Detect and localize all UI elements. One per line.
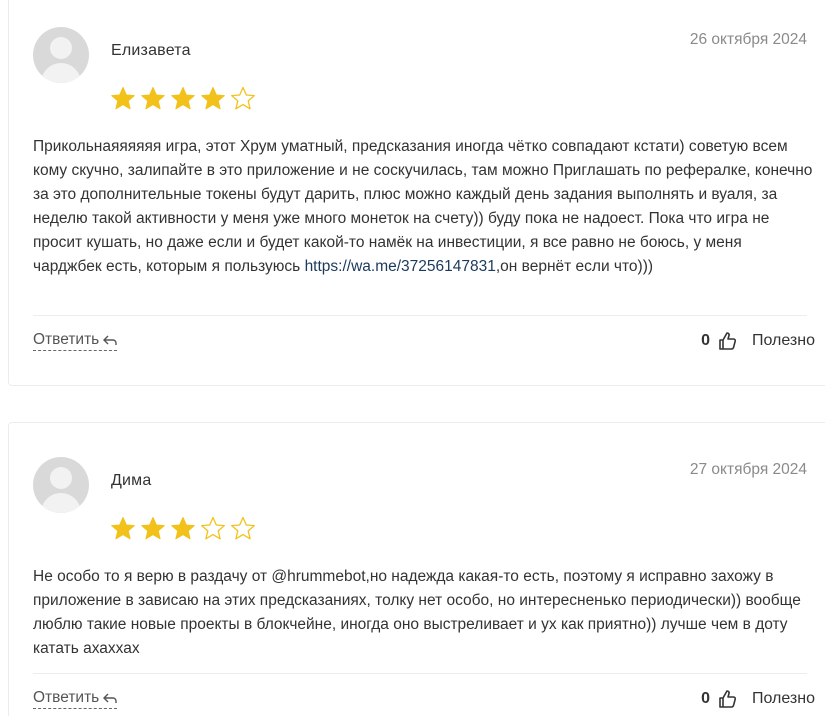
review-text: Прикольнаяяяяяя игра, этот Хрум уматный,… bbox=[33, 135, 813, 279]
review-date: 26 октября 2024 bbox=[689, 31, 807, 48]
star-filled-icon bbox=[141, 517, 165, 540]
avatar bbox=[33, 27, 89, 83]
review-author: Дима bbox=[111, 472, 152, 489]
star-empty-icon bbox=[231, 516, 255, 540]
divider bbox=[33, 673, 807, 674]
reply-button[interactable]: Ответить bbox=[33, 331, 118, 351]
star-filled-icon bbox=[111, 517, 135, 540]
star-rating bbox=[109, 85, 257, 113]
review-text: Не особо то я верю в раздачу от @hrummeb… bbox=[33, 565, 813, 661]
star-filled-icon bbox=[201, 87, 225, 110]
divider bbox=[33, 315, 807, 316]
avatar bbox=[33, 457, 89, 513]
star-filled-icon bbox=[141, 87, 165, 110]
star-filled-icon bbox=[171, 87, 195, 110]
reply-label: Ответить bbox=[33, 689, 100, 706]
reply-arrow-icon bbox=[103, 335, 117, 345]
reply-button[interactable]: Ответить bbox=[33, 689, 118, 709]
star-filled-icon bbox=[111, 87, 135, 110]
thumbs-up-icon[interactable] bbox=[718, 331, 738, 351]
star-rating bbox=[109, 515, 257, 543]
review-card: Елизавета 26 октября 2024 Прикольнаяяяяя… bbox=[8, 0, 825, 386]
review-link[interactable]: https://wa.me/37256147831 bbox=[305, 258, 496, 275]
review-card: Дима 27 октября 2024 Не особо то я верю … bbox=[8, 422, 825, 716]
helpful-button[interactable]: Полезно bbox=[752, 690, 815, 708]
star-filled-icon bbox=[171, 517, 195, 540]
helpful-count: 0 bbox=[701, 332, 710, 349]
star-empty-icon bbox=[231, 86, 255, 110]
review-text-body: Не особо то я верю в раздачу от @hrummeb… bbox=[33, 568, 801, 657]
helpful-block: 0 Полезно bbox=[701, 689, 815, 709]
review-text-body: Прикольнаяяяяяя игра, этот Хрум уматный,… bbox=[33, 138, 813, 275]
review-text-tail: ,он вернёт если что))) bbox=[495, 258, 654, 275]
review-date: 27 октября 2024 bbox=[689, 461, 807, 478]
star-empty-icon bbox=[201, 516, 225, 540]
helpful-count: 0 bbox=[701, 690, 710, 707]
thumbs-up-icon[interactable] bbox=[718, 689, 738, 709]
reply-label: Ответить bbox=[33, 331, 100, 348]
review-author: Елизавета bbox=[111, 42, 191, 59]
reply-arrow-icon bbox=[103, 693, 117, 703]
helpful-button[interactable]: Полезно bbox=[752, 332, 815, 350]
helpful-block: 0 Полезно bbox=[701, 331, 815, 351]
